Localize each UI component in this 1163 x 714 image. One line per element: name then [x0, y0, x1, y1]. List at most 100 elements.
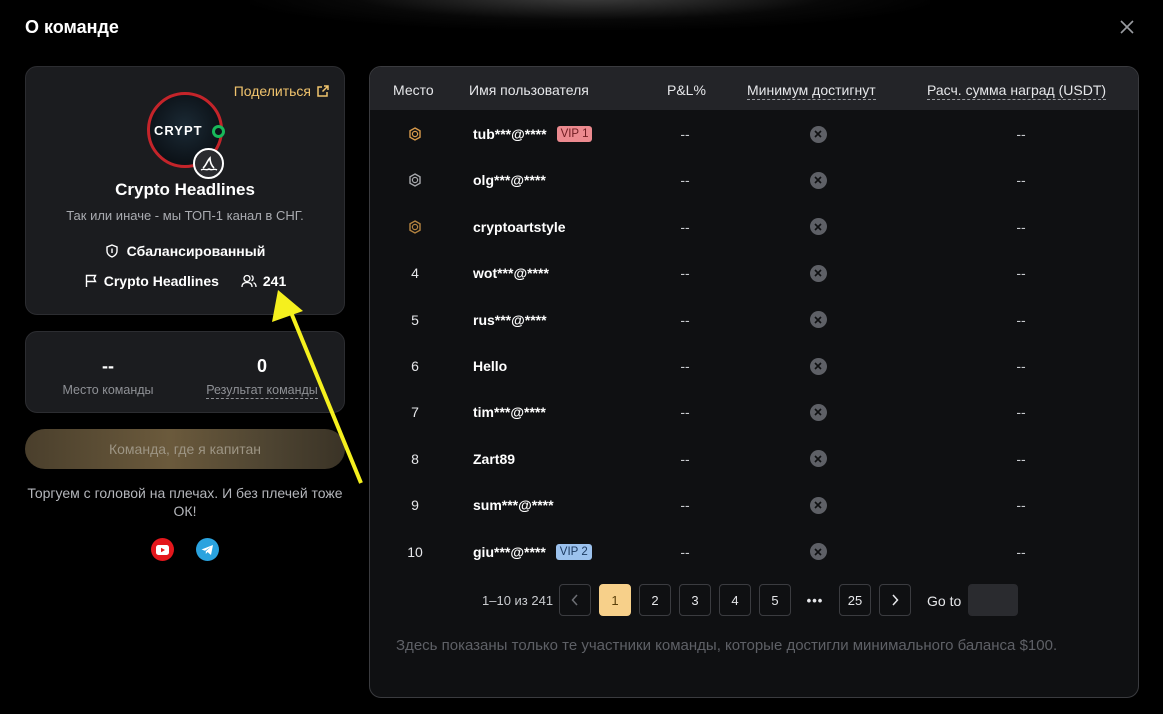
users-icon — [241, 274, 257, 288]
not-reached-icon — [809, 403, 827, 421]
next-page-button[interactable] — [879, 584, 911, 616]
row-user: olg***@**** — [473, 157, 546, 203]
table-row: 5 rus***@**** -- -- — [370, 297, 1138, 343]
username: cryptoartstyle — [473, 218, 566, 235]
username: Hello — [473, 358, 508, 374]
prev-page-button[interactable] — [559, 584, 591, 616]
row-reward: -- — [1016, 450, 1026, 467]
table-row: 7 tim***@**** -- -- — [370, 389, 1138, 435]
col-user-header: Имя пользователя — [469, 82, 589, 98]
page-button-last[interactable]: 25 — [839, 584, 871, 616]
top-glow — [250, 0, 930, 30]
col-min-header[interactable]: Минимум достигнут — [747, 82, 876, 100]
row-rank: 6 — [411, 358, 419, 374]
team-meta: Crypto Headlines 241 — [26, 273, 344, 289]
close-button[interactable] — [1116, 16, 1138, 38]
username: tim***@**** — [473, 404, 546, 421]
pagination-ellipsis[interactable]: ••• — [799, 584, 831, 616]
page-button-2[interactable]: 2 — [639, 584, 671, 616]
team-name: Crypto Headlines — [115, 180, 255, 199]
row-minimum-status — [798, 297, 838, 343]
members-table-card: Место Имя пользователя P&L% Минимум дост… — [369, 66, 1139, 698]
row-minimum-status — [798, 389, 838, 435]
silver-medal-icon — [370, 157, 460, 203]
not-reached-icon — [809, 496, 827, 514]
row-rank: 5 — [411, 311, 419, 328]
username: Zart89 — [473, 450, 516, 467]
username: giu***@**** — [473, 543, 546, 560]
not-reached-icon — [809, 218, 827, 236]
not-reached-icon — [809, 264, 827, 282]
page-button-1[interactable]: 1 — [599, 584, 631, 616]
row-minimum-status — [798, 157, 838, 203]
row-pnl: -- — [680, 358, 690, 374]
modal-title: О команде — [25, 17, 119, 37]
table-row: olg***@**** -- -- — [370, 157, 1138, 203]
username: rus***@**** — [473, 311, 547, 328]
row-user: Hello — [473, 343, 507, 389]
row-pnl: -- — [680, 172, 690, 189]
not-reached-icon — [809, 543, 827, 561]
row-reward: -- — [1016, 543, 1026, 560]
row-pnl: -- — [680, 218, 690, 235]
not-reached-icon — [809, 311, 827, 329]
youtube-icon — [156, 544, 169, 555]
col-reward-header[interactable]: Расч. сумма наград (USDT) — [927, 82, 1107, 100]
username: tub***@**** — [473, 126, 547, 142]
row-reward: -- — [1016, 126, 1026, 142]
row-pnl: -- — [680, 311, 690, 328]
table-row: 10 giu***@**** VIP 2 -- -- — [370, 529, 1138, 575]
username: sum***@**** — [473, 497, 554, 514]
table-footnote: Здесь показаны только те участники коман… — [396, 637, 1058, 654]
row-pnl: -- — [680, 265, 690, 282]
row-minimum-status — [798, 436, 838, 482]
pagination-info: 1–10 из 241 — [482, 593, 554, 608]
chevron-right-icon — [892, 594, 899, 606]
row-user: wot***@**** — [473, 250, 549, 296]
telegram-icon — [201, 544, 213, 555]
bronze-medal-icon — [370, 204, 460, 250]
row-minimum-status — [798, 204, 838, 250]
page-button-5[interactable]: 5 — [759, 584, 791, 616]
table-row: 8 Zart89 -- -- — [370, 436, 1138, 482]
pagination: 1–10 из 241 1 2 3 4 5 ••• 25 Go to — [370, 584, 1138, 616]
external-link-icon — [317, 85, 329, 97]
team-result-value: 0 — [256, 356, 267, 376]
row-rank: 4 — [411, 265, 419, 282]
table-row: tub***@**** VIP 1 -- -- — [370, 111, 1138, 157]
row-user: sum***@**** — [473, 482, 554, 528]
team-result-label[interactable]: Результат команды — [206, 383, 318, 399]
page-button-4[interactable]: 4 — [719, 584, 751, 616]
chevron-left-icon — [571, 594, 578, 606]
not-reached-icon — [809, 357, 827, 375]
trading-style: Сбалансированный — [26, 243, 344, 259]
shield-icon — [105, 244, 118, 258]
row-pnl: -- — [680, 497, 690, 514]
row-reward: -- — [1016, 172, 1026, 189]
row-user: rus***@**** — [473, 297, 547, 343]
telegram-link[interactable] — [196, 538, 219, 561]
avatar-logo-dot — [212, 125, 225, 138]
row-rank: 10 — [407, 543, 423, 560]
youtube-link[interactable] — [151, 538, 174, 561]
row-minimum-status — [798, 111, 838, 157]
flag-icon — [85, 274, 97, 287]
close-icon — [1120, 20, 1134, 34]
table-row: 4 wot***@**** -- -- — [370, 250, 1138, 296]
goto-page-input[interactable] — [968, 584, 1018, 616]
team-rank-value: -- — [102, 356, 114, 376]
col-rank-header: Место — [393, 82, 434, 98]
page-button-3[interactable]: 3 — [679, 584, 711, 616]
row-minimum-status — [798, 482, 838, 528]
row-reward: -- — [1016, 311, 1026, 328]
row-pnl: -- — [680, 126, 690, 142]
team-description: Так или иначе - мы ТОП-1 канал в СНГ. — [66, 208, 304, 223]
row-minimum-status — [798, 529, 838, 575]
trading-style-label: Сбалансированный — [126, 243, 266, 259]
share-link[interactable]: Поделиться — [234, 83, 330, 99]
captain-team-button[interactable]: Команда, где я капитан — [25, 429, 345, 469]
username: olg***@**** — [473, 172, 546, 189]
row-rank: 7 — [411, 404, 419, 421]
team-profile-card: Поделиться CRYPT Crypto Headlines Так ил… — [25, 66, 345, 315]
row-pnl: -- — [680, 450, 690, 467]
